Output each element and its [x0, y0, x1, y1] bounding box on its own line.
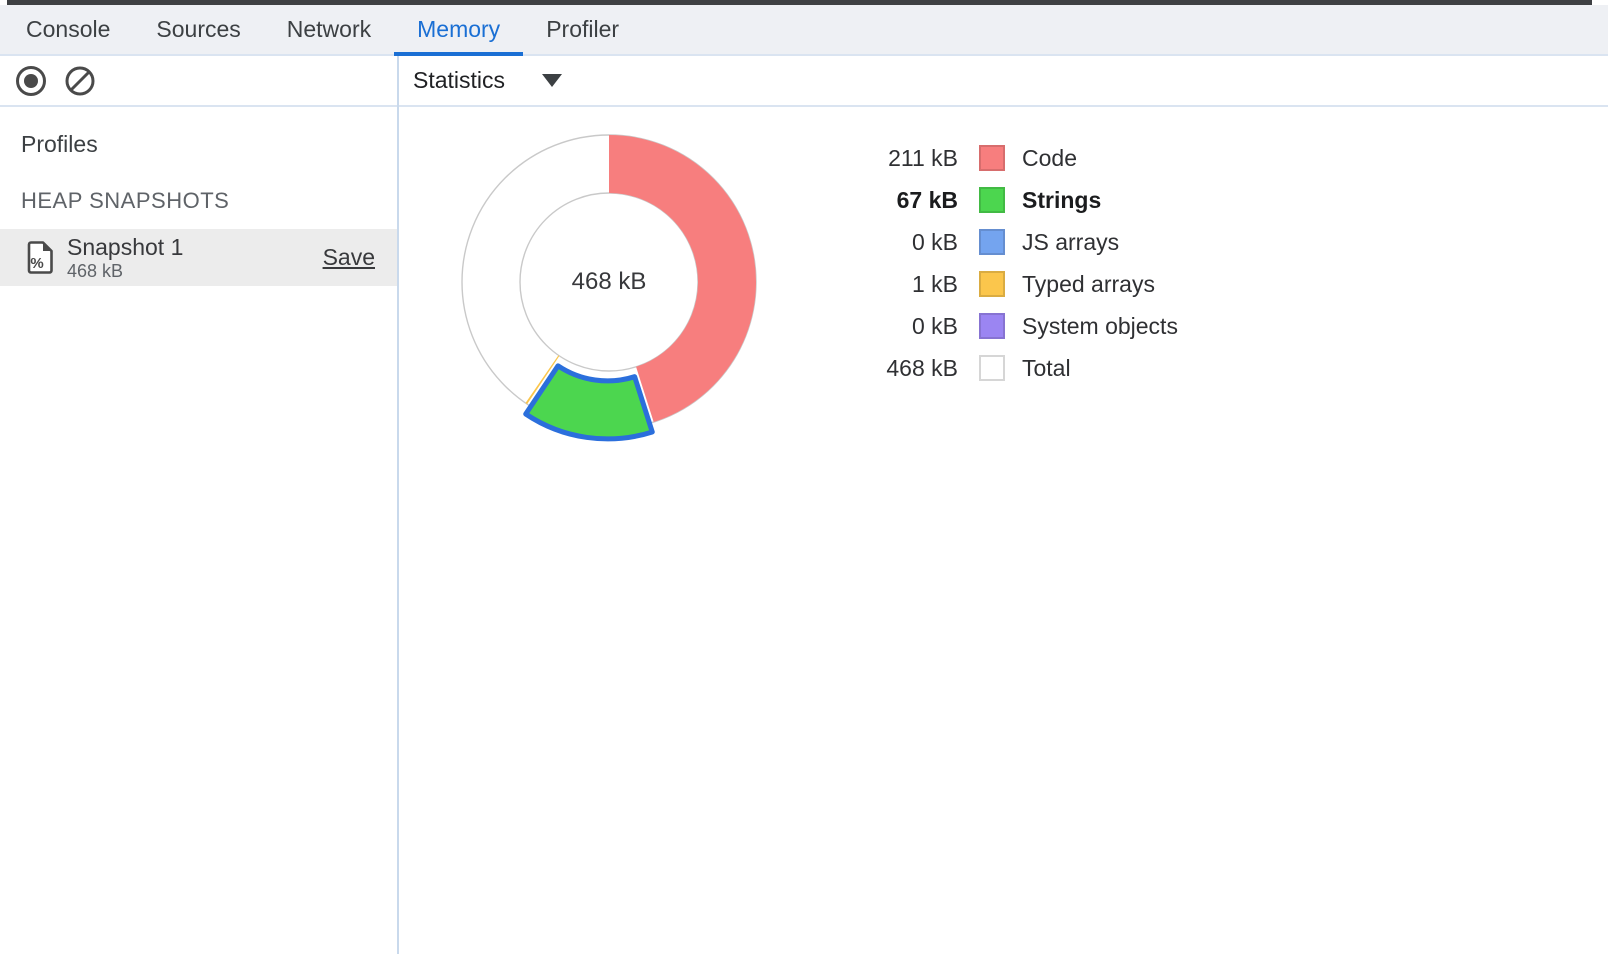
tab-profiler[interactable]: Profiler — [523, 5, 642, 54]
tab-memory[interactable]: Memory — [394, 5, 523, 54]
toolbar-left-section — [0, 65, 397, 97]
legend-label: System objects — [1022, 313, 1178, 340]
chart-legend: 211 kB Code 67 kB Strings 0 kB JS arrays 1 kB T… — [858, 137, 1178, 389]
clear-icon-glyph — [64, 65, 96, 97]
legend-row-system-objects[interactable]: 0 kB System objects — [858, 305, 1178, 347]
perspective-select[interactable]: Statistics — [413, 67, 562, 94]
chevron-down-icon — [542, 74, 562, 87]
tab-console[interactable]: Console — [3, 5, 133, 54]
perspective-select-label: Statistics — [413, 67, 505, 94]
legend-row-code[interactable]: 211 kB Code — [858, 137, 1178, 179]
legend-swatch — [979, 229, 1005, 255]
legend-label: Code — [1022, 145, 1077, 172]
legend-value: 0 kB — [858, 313, 958, 340]
legend-swatch — [979, 313, 1005, 339]
legend-row-total[interactable]: 468 kB Total — [858, 347, 1178, 389]
record-icon[interactable] — [16, 66, 46, 96]
heap-snapshots-section-title: HEAP SNAPSHOTS — [21, 188, 229, 214]
clear-icon[interactable] — [64, 65, 96, 97]
tab-sources[interactable]: Sources — [133, 5, 263, 54]
legend-row-strings[interactable]: 67 kB Strings — [858, 179, 1178, 221]
legend-label: JS arrays — [1022, 229, 1119, 256]
legend-value: 1 kB — [858, 271, 958, 298]
tab-network[interactable]: Network — [264, 5, 394, 54]
save-link[interactable]: Save — [323, 244, 375, 271]
sidebar-item-snapshot-1[interactable]: % Snapshot 1 468 kB Save — [0, 229, 397, 286]
snapshot-size: 468 kB — [67, 261, 183, 282]
sidebar-main-divider[interactable] — [397, 56, 399, 954]
record-icon-dot — [24, 74, 38, 88]
legend-swatch — [979, 271, 1005, 297]
legend-value: 67 kB — [858, 187, 958, 214]
legend-swatch — [979, 355, 1005, 381]
snapshot-info: Snapshot 1 468 kB — [67, 234, 183, 282]
tab-label: Network — [287, 16, 371, 43]
tab-label: Console — [26, 16, 110, 43]
tab-bar: Console Sources Network Memory Profiler — [0, 5, 1608, 56]
heap-statistics-donut: 468 kB — [439, 112, 779, 452]
legend-swatch — [979, 187, 1005, 213]
snapshot-title: Snapshot 1 — [67, 234, 183, 261]
tab-label: Sources — [156, 16, 240, 43]
donut-outline-circle — [520, 193, 698, 371]
legend-row-typed-arrays[interactable]: 1 kB Typed arrays — [858, 263, 1178, 305]
legend-label: Typed arrays — [1022, 271, 1155, 298]
legend-value: 468 kB — [858, 355, 958, 382]
svg-text:%: % — [30, 255, 43, 272]
heap-snapshot-file-icon: % — [27, 241, 54, 274]
tab-label: Profiler — [546, 16, 619, 43]
legend-value: 211 kB — [858, 145, 958, 172]
legend-label: Strings — [1022, 187, 1101, 214]
tab-label: Memory — [417, 16, 500, 43]
legend-label: Total — [1022, 355, 1071, 382]
heap-donut-svg — [439, 112, 779, 452]
legend-swatch — [979, 145, 1005, 171]
legend-row-js-arrays[interactable]: 0 kB JS arrays — [858, 221, 1178, 263]
profiles-title: Profiles — [21, 131, 98, 158]
legend-value: 0 kB — [858, 229, 958, 256]
panel-toolbar: Statistics — [0, 56, 1608, 107]
